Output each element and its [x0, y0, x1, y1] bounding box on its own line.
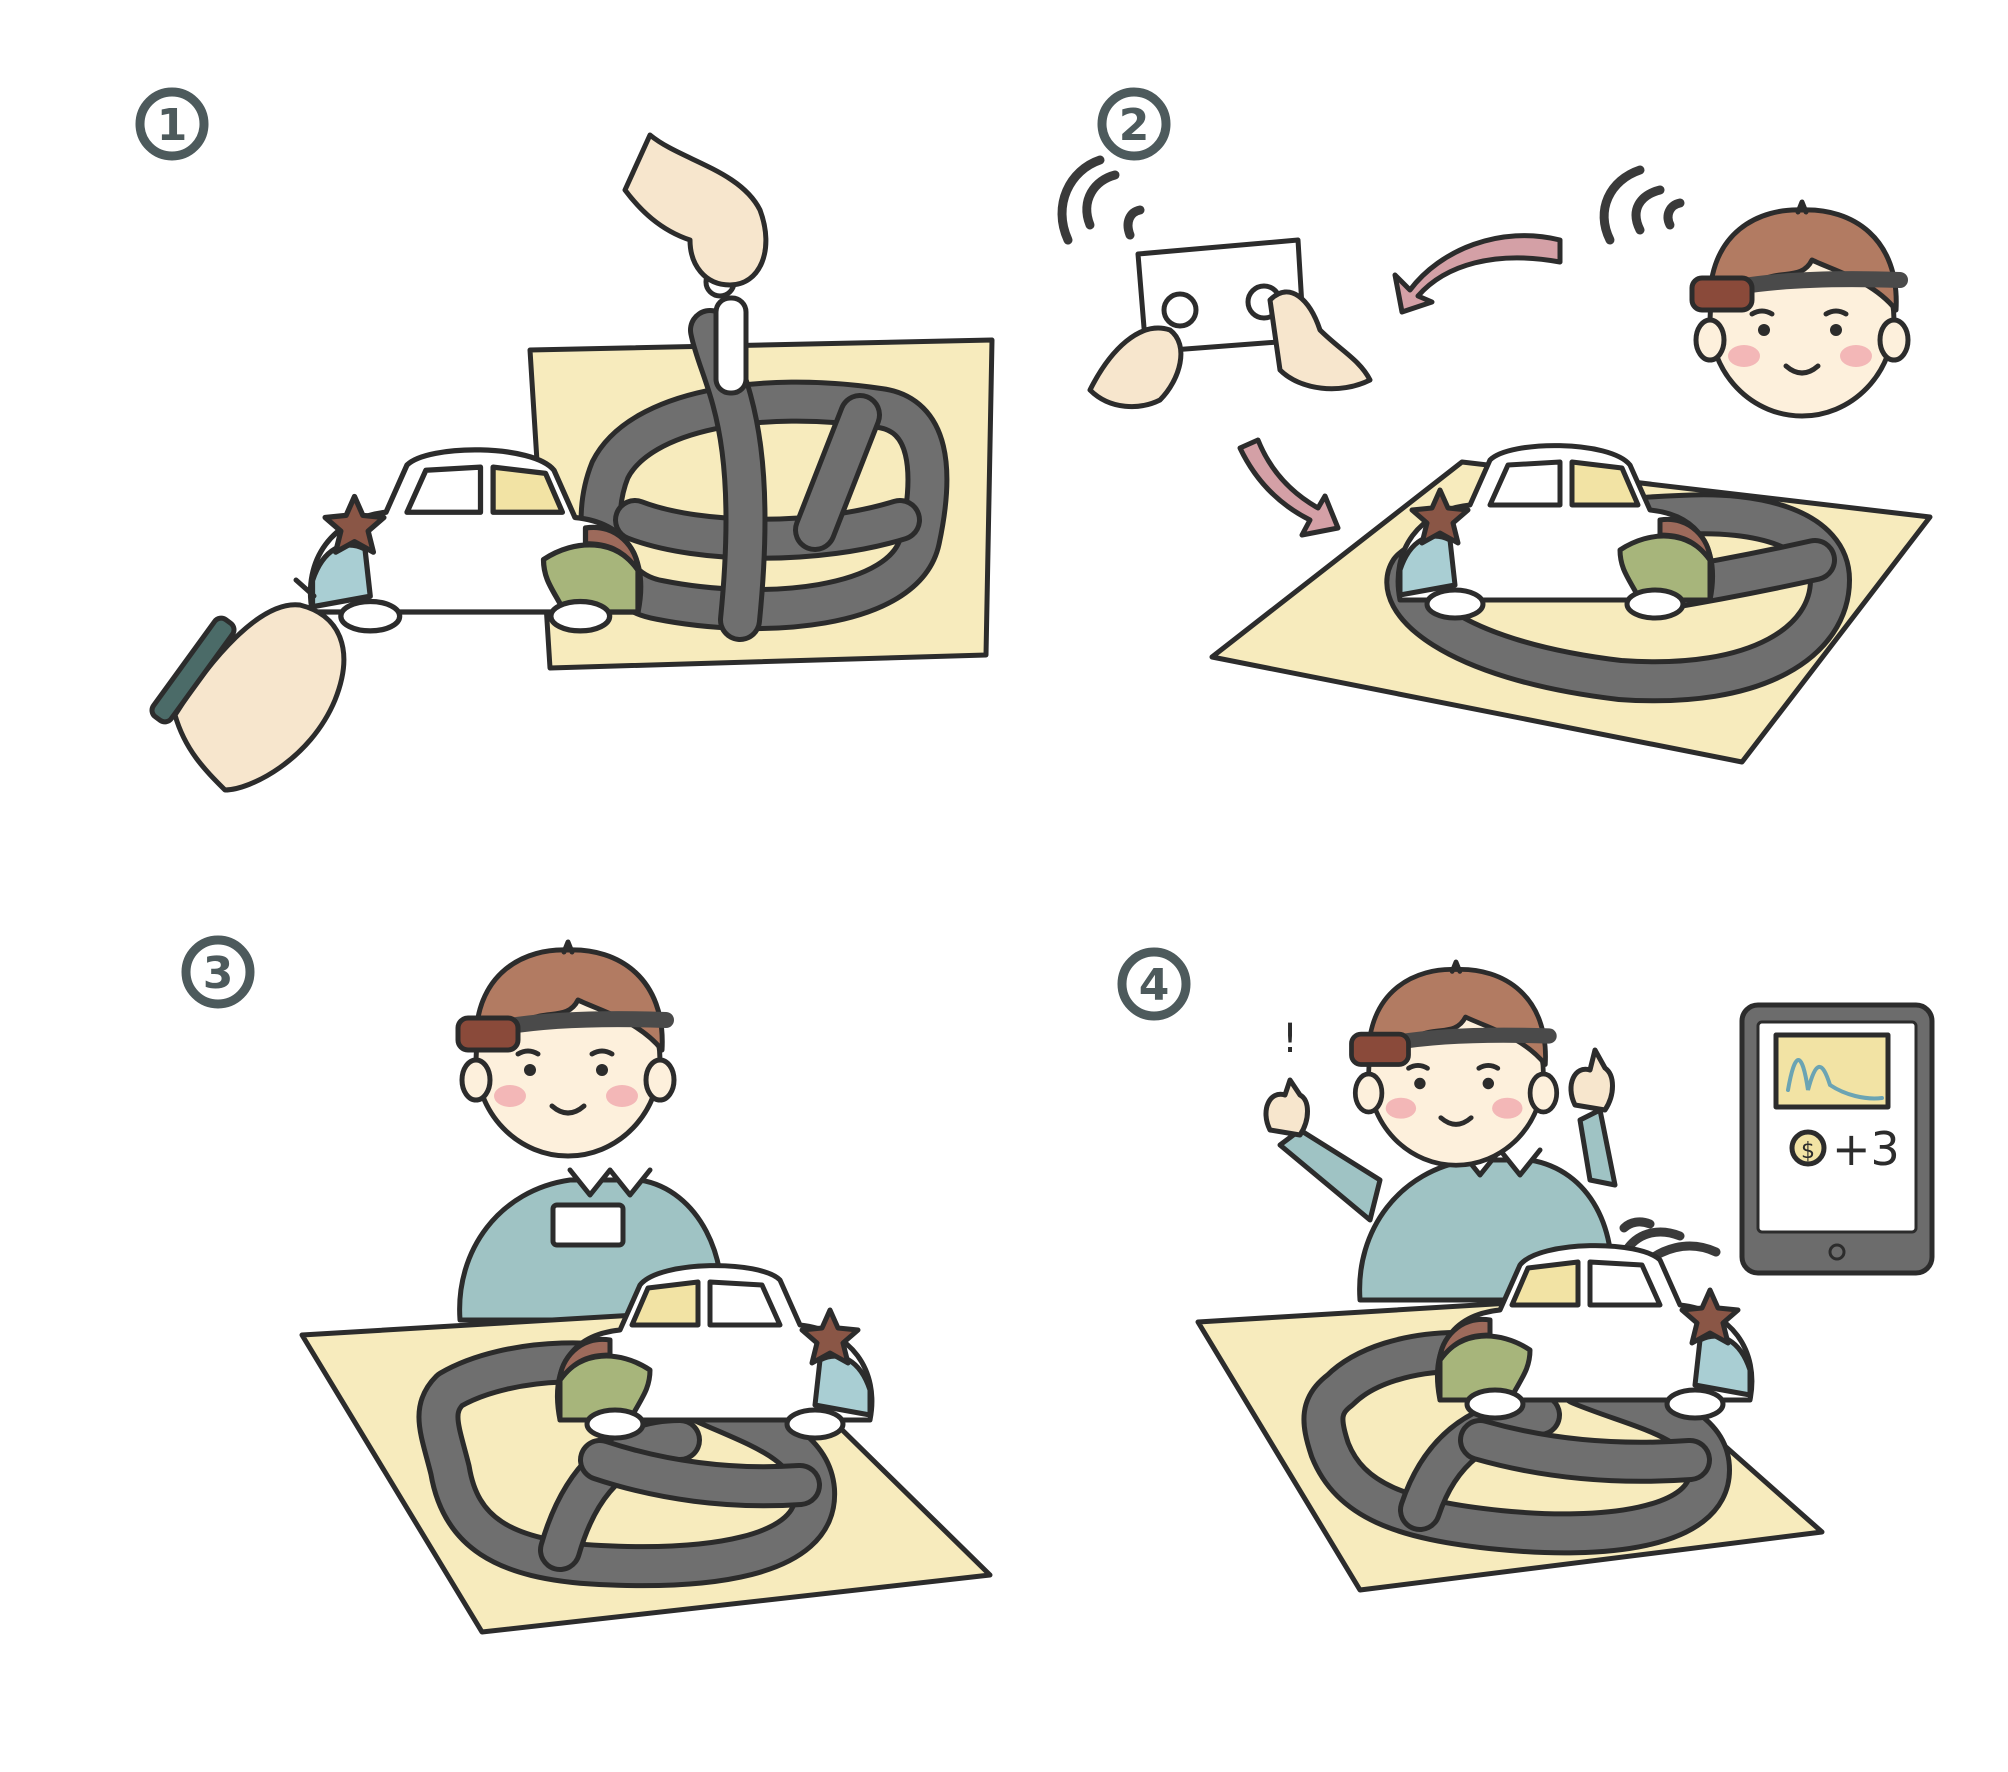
step-number: 3 [203, 948, 234, 999]
reward-points: +3 [1832, 1122, 1900, 1176]
step-number-badge: 1 [135, 87, 209, 161]
four-step-illustration: 1 2 3 4 ! $ +3 [135, 87, 1935, 1635]
held-controller [550, 1202, 626, 1248]
step-number: 2 [1119, 100, 1150, 151]
arrow-controller-to-car [1237, 437, 1341, 538]
hand-with-marker [149, 577, 347, 793]
hand-holding-tape [622, 132, 769, 288]
step-number: 1 [157, 100, 188, 151]
arrow-headband-to-controller [1392, 233, 1563, 315]
child-with-eeg-headband [1692, 202, 1908, 416]
step-number: 4 [1139, 960, 1170, 1011]
signal-waves-controller [1057, 155, 1145, 245]
remote-controller [1087, 237, 1373, 410]
step-2-panel: 2 [1057, 87, 1933, 765]
step-number-badge: 4 [1117, 947, 1191, 1021]
exclamation-mark: ! [1282, 1016, 1298, 1062]
step-1-panel: 1 [135, 87, 995, 793]
signal-waves-headband [1599, 165, 1685, 245]
child-playing [458, 942, 725, 1323]
step-number-badge: 2 [1097, 87, 1171, 161]
step-4-panel: 4 ! $ +3 [1117, 947, 1935, 1593]
illustration-stage: 1 2 3 4 ! $ +3 [0, 0, 2008, 1772]
step-number-badge: 3 [181, 935, 255, 1009]
tablet-device: $ +3 [1739, 1002, 1935, 1276]
toy-car-colored [1398, 446, 1712, 618]
coin-symbol: $ [1801, 1139, 1815, 1164]
step-3-panel: 3 [181, 935, 993, 1635]
